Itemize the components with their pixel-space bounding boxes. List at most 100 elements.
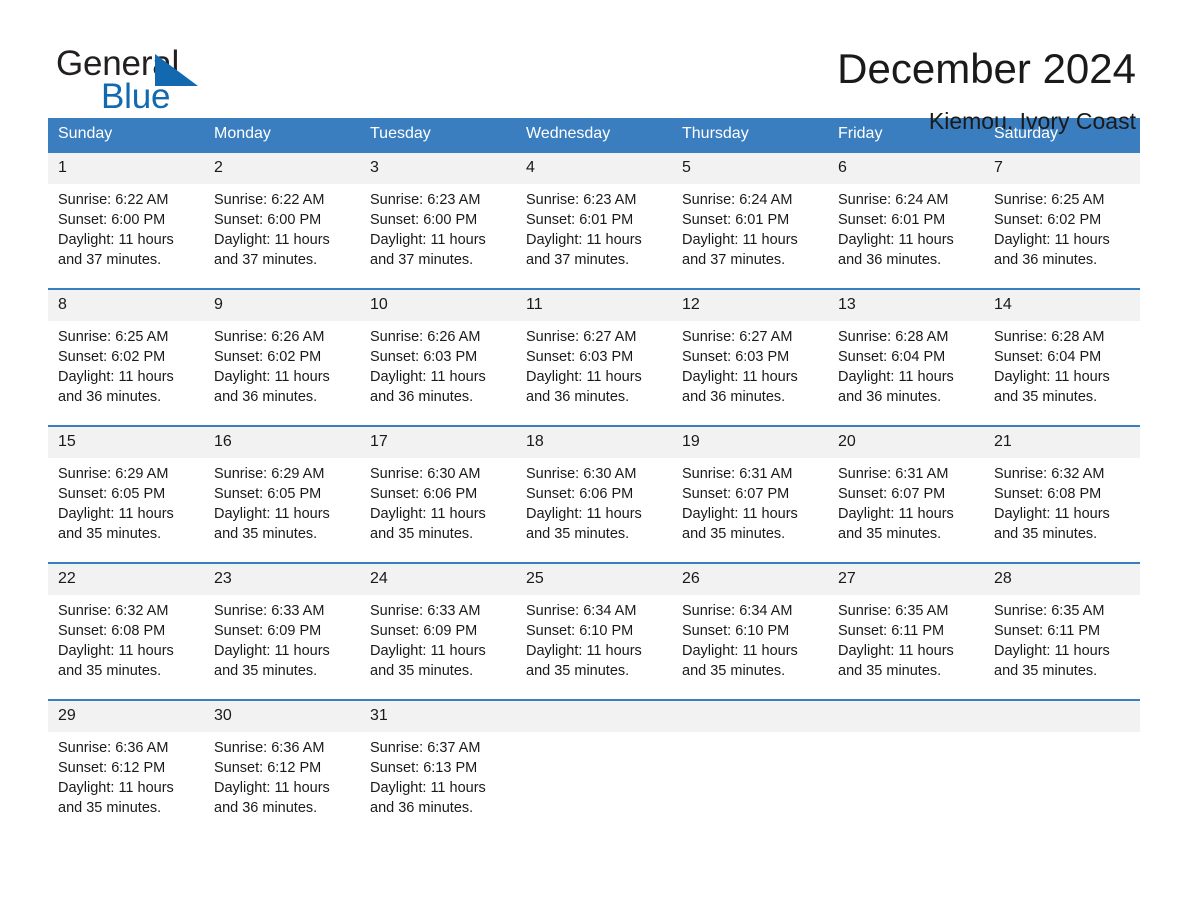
daylight-line1-text: Daylight: 11 hours [994,643,1110,659]
day-number: 12 [672,290,828,321]
daylight-line2-text: and 37 minutes. [526,252,630,268]
day-cell[interactable]: 19 Sunrise: 6:31 AM Sunset: 6:07 PM Dayligh… [672,425,828,563]
day-details: Sunrise: 6:30 AM Sunset: 6:06 PM Daylight:… [360,458,516,544]
day-cell[interactable]: 9 Sunrise: 6:26 AM Sunset: 6:02 PM Daylight… [204,288,360,426]
day-number: 24 [360,564,516,595]
day-cell[interactable]: 4 Sunrise: 6:23 AM Sunset: 6:01 PM Daylight… [516,151,672,289]
daylight-line2-text: and 36 minutes. [214,389,318,405]
daylight-line1-text: Daylight: 11 hours [214,643,330,659]
day-cell[interactable]: 7 Sunrise: 6:25 AM Sunset: 6:02 PM Daylight… [984,151,1140,289]
daylight-line2-text: and 37 minutes. [58,252,162,268]
day-cell[interactable]: 23 Sunrise: 6:33 AM Sunset: 6:09 PM Dayligh… [204,562,360,700]
daylight-line1-text: Daylight: 11 hours [370,780,486,796]
day-cell[interactable]: 24 Sunrise: 6:33 AM Sunset: 6:09 PM Dayligh… [360,562,516,700]
day-cell[interactable]: 14 Sunrise: 6:28 AM Sunset: 6:04 PM Dayligh… [984,288,1140,426]
daylight-line2-text: and 37 minutes. [682,252,786,268]
day-cell[interactable]: 31 Sunrise: 6:37 AM Sunset: 6:13 PM Dayligh… [360,699,516,836]
sunset-text: Sunset: 6:10 PM [682,623,790,639]
day-cell[interactable]: 15 Sunrise: 6:29 AM Sunset: 6:05 PM Dayligh… [48,425,204,563]
day-cell[interactable]: 10 Sunrise: 6:26 AM Sunset: 6:03 PM Dayligh… [360,288,516,426]
sunset-text: Sunset: 6:09 PM [214,623,322,639]
day-number: 14 [984,290,1140,321]
weekday-header-thursday: Thursday [672,118,828,152]
day-cell[interactable]: 13 Sunrise: 6:28 AM Sunset: 6:04 PM Dayligh… [828,288,984,426]
day-cell[interactable]: 22 Sunrise: 6:32 AM Sunset: 6:08 PM Dayligh… [48,562,204,700]
sunset-text: Sunset: 6:13 PM [370,760,478,776]
daylight-line2-text: and 36 minutes. [526,389,630,405]
day-cell[interactable]: 29 Sunrise: 6:36 AM Sunset: 6:12 PM Dayligh… [48,699,204,836]
day-number: 1 [48,153,204,184]
day-number: 25 [516,564,672,595]
sunrise-text: Sunrise: 6:27 AM [682,329,793,345]
day-number: 16 [204,427,360,458]
day-cell[interactable]: 3 Sunrise: 6:23 AM Sunset: 6:00 PM Daylight… [360,151,516,289]
weekday-header-sunday: Sunday [48,118,204,152]
day-details: Sunrise: 6:22 AM Sunset: 6:00 PM Daylight:… [204,184,360,270]
day-details: Sunrise: 6:30 AM Sunset: 6:06 PM Daylight:… [516,458,672,544]
day-number: 15 [48,427,204,458]
day-details: Sunrise: 6:27 AM Sunset: 6:03 PM Daylight:… [672,321,828,407]
day-number: 2 [204,153,360,184]
daylight-line1-text: Daylight: 11 hours [526,232,642,248]
sunset-text: Sunset: 6:06 PM [370,486,478,502]
day-cell[interactable]: 11 Sunrise: 6:27 AM Sunset: 6:03 PM Dayligh… [516,288,672,426]
sunrise-text: Sunrise: 6:26 AM [370,329,481,345]
daylight-line1-text: Daylight: 11 hours [58,643,174,659]
day-number: 5 [672,153,828,184]
empty-day-cell [516,699,672,836]
daylight-line2-text: and 36 minutes. [994,252,1098,268]
day-cell[interactable]: 8 Sunrise: 6:25 AM Sunset: 6:02 PM Daylight… [48,288,204,426]
day-number: 29 [48,701,204,732]
day-cell[interactable]: 30 Sunrise: 6:36 AM Sunset: 6:12 PM Dayligh… [204,699,360,836]
day-cell[interactable]: 18 Sunrise: 6:30 AM Sunset: 6:06 PM Dayligh… [516,425,672,563]
day-details: Sunrise: 6:31 AM Sunset: 6:07 PM Daylight:… [672,458,828,544]
daylight-line1-text: Daylight: 11 hours [214,780,330,796]
day-number: 26 [672,564,828,595]
sunset-text: Sunset: 6:04 PM [838,349,946,365]
day-number [828,701,984,732]
daylight-line1-text: Daylight: 11 hours [994,232,1110,248]
sunset-text: Sunset: 6:11 PM [838,623,945,639]
sunrise-text: Sunrise: 6:35 AM [838,603,949,619]
day-cell[interactable]: 27 Sunrise: 6:35 AM Sunset: 6:11 PM Dayligh… [828,562,984,700]
day-cell[interactable]: 1 Sunrise: 6:22 AM Sunset: 6:00 PM Daylight… [48,151,204,289]
day-cell[interactable]: 6 Sunrise: 6:24 AM Sunset: 6:01 PM Daylight… [828,151,984,289]
day-details: Sunrise: 6:29 AM Sunset: 6:05 PM Daylight:… [48,458,204,544]
day-cell[interactable]: 5 Sunrise: 6:24 AM Sunset: 6:01 PM Daylight… [672,151,828,289]
sunset-text: Sunset: 6:12 PM [58,760,166,776]
day-cell[interactable]: 2 Sunrise: 6:22 AM Sunset: 6:00 PM Daylight… [204,151,360,289]
sunrise-text: Sunrise: 6:29 AM [214,466,325,482]
day-cell[interactable]: 12 Sunrise: 6:27 AM Sunset: 6:03 PM Dayligh… [672,288,828,426]
day-cell[interactable]: 28 Sunrise: 6:35 AM Sunset: 6:11 PM Dayligh… [984,562,1140,700]
daylight-line1-text: Daylight: 11 hours [526,643,642,659]
sunrise-text: Sunrise: 6:22 AM [214,192,325,208]
calendar-page: General Blue December 2024 Kiemou, Ivory… [0,0,1188,918]
day-details: Sunrise: 6:34 AM Sunset: 6:10 PM Daylight:… [516,595,672,681]
day-number: 18 [516,427,672,458]
day-cell[interactable]: 17 Sunrise: 6:30 AM Sunset: 6:06 PM Dayligh… [360,425,516,563]
day-details: Sunrise: 6:35 AM Sunset: 6:11 PM Daylight:… [984,595,1140,681]
day-details: Sunrise: 6:32 AM Sunset: 6:08 PM Daylight:… [984,458,1140,544]
sunrise-text: Sunrise: 6:27 AM [526,329,637,345]
empty-day-cell [984,699,1140,836]
sunrise-text: Sunrise: 6:23 AM [370,192,481,208]
sunrise-text: Sunrise: 6:22 AM [58,192,169,208]
sunrise-text: Sunrise: 6:34 AM [526,603,637,619]
day-details: Sunrise: 6:23 AM Sunset: 6:00 PM Daylight:… [360,184,516,270]
daylight-line1-text: Daylight: 11 hours [682,506,798,522]
daylight-line1-text: Daylight: 11 hours [682,232,798,248]
day-cell[interactable]: 20 Sunrise: 6:31 AM Sunset: 6:07 PM Dayligh… [828,425,984,563]
day-cell[interactable]: 26 Sunrise: 6:34 AM Sunset: 6:10 PM Dayligh… [672,562,828,700]
day-number [516,701,672,732]
sunrise-text: Sunrise: 6:28 AM [994,329,1105,345]
sunset-text: Sunset: 6:11 PM [994,623,1101,639]
day-cell[interactable]: 21 Sunrise: 6:32 AM Sunset: 6:08 PM Dayligh… [984,425,1140,563]
sunrise-text: Sunrise: 6:35 AM [994,603,1105,619]
logo-text-blue: Blue [101,77,171,116]
sunset-text: Sunset: 6:07 PM [838,486,946,502]
page-title: December 2024 [837,45,1136,92]
daylight-line1-text: Daylight: 11 hours [838,643,954,659]
day-number: 20 [828,427,984,458]
day-cell[interactable]: 25 Sunrise: 6:34 AM Sunset: 6:10 PM Dayligh… [516,562,672,700]
day-cell[interactable]: 16 Sunrise: 6:29 AM Sunset: 6:05 PM Dayligh… [204,425,360,563]
